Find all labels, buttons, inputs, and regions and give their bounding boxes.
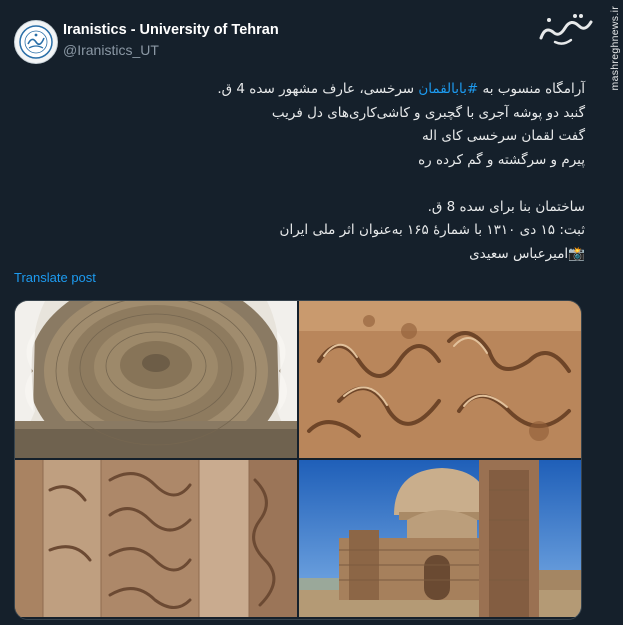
tweet-line-3: گفت لقمان سرخسی کای اله [421, 128, 585, 144]
mashregh-logo-icon [539, 14, 593, 45]
media-grid [14, 300, 582, 620]
tweet-line-4: پیرم و سرگشته و گم کرده ره [418, 151, 585, 168]
carved-wall-photo[interactable] [15, 460, 297, 617]
stucco-calligraphy-photo[interactable] [299, 301, 581, 458]
tweet-line-1-before: آرامگاه منسوب به [478, 81, 585, 97]
tweet-line-1: آرامگاه منسوب به #بابالقمان سرخسی، عارف … [25, 78, 585, 102]
avatar[interactable] [14, 20, 58, 64]
tweet-spacer [25, 172, 585, 196]
tweet-line-5: ساختمان بنا برای سده 8 ق. [427, 198, 585, 215]
hashtag-link[interactable]: #بابالقمان [418, 81, 478, 97]
tweet-line-2: گنبد دو پوشه آجری با گچبری و کاشی‌کاری‌ه… [271, 104, 585, 121]
tweet-text: آرامگاه منسوب به #بابالقمان سرخسی، عارف … [25, 78, 585, 266]
translate-post-link[interactable]: Translate post [14, 270, 96, 285]
camera-flash-icon: 📸 [568, 245, 585, 262]
tweet-line-1-after: سرخسی، عارف مشهور سده 4 ق. [217, 81, 419, 97]
university-seal-icon [19, 25, 53, 59]
dome-interior-photo[interactable] [15, 301, 297, 458]
account-name[interactable]: Iranistics - University of Tehran [63, 22, 279, 38]
tweet-line-7-text: امیرعباس سعیدی [469, 245, 569, 262]
watermark-site: mashreghnews.ir [609, 6, 621, 91]
mausoleum-exterior-photo[interactable] [299, 460, 581, 617]
account-handle[interactable]: @Iranistics_UT [63, 42, 159, 58]
tweet-line-6: ثبت: ۱۵ دی ۱۳۱۰ با شمارهٔ ۱۶۵ به‌عنوان ا… [279, 222, 585, 238]
tweet-line-7: 📸امیرعباس سعیدی [25, 243, 585, 267]
